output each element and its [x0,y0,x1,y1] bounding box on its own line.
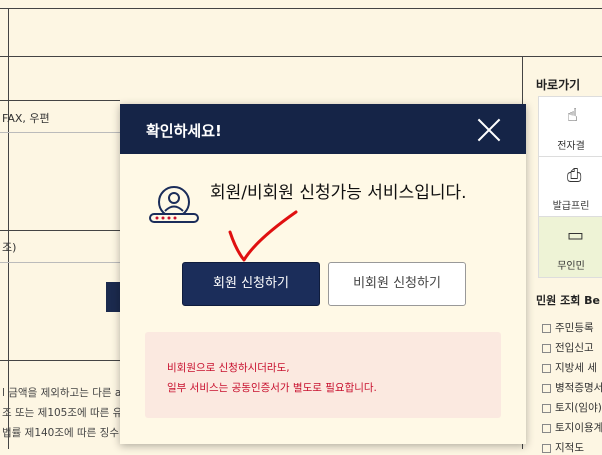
bg-text: 조 또는 제105조에 따른 유여 [2,407,132,419]
divider [0,262,120,263]
checkbox-icon [542,403,551,413]
printer-icon: ⎙ [567,165,582,186]
checkbox-icon [542,383,551,393]
divider [0,230,120,231]
checkbox-icon [542,323,551,333]
lookup-item[interactable]: 토지(임야) [542,400,602,415]
bg-button [106,282,120,312]
lookup-item[interactable]: 주민등록 [542,320,594,335]
bg-text: 조) [2,241,17,254]
lookup-item[interactable]: 지적도 [542,440,584,455]
dialog-message: 회원/비회원 신청가능 서비스입니다. [210,183,467,203]
divider [0,132,120,133]
divider [0,56,602,57]
lookup-section-title: 민원 조회 Be [536,294,600,307]
quick-link-esign[interactable]: ☝ 전자결 [538,96,602,158]
cursor-icon: ☝ [567,105,578,126]
notice-box: 비회원으로 신청하시더라도, 일부 서비스는 공동인증서가 별도로 필요합니다. [145,332,501,418]
lookup-item[interactable]: 지방세 세 [542,360,597,375]
dialog-title: 확인하세요! [146,122,222,140]
confirm-dialog: 확인하세요! 회원/비회원 신청가능 서비스입니다. 회원 신청하기 비회원 신… [120,104,526,444]
kiosk-icon: ▭ [567,225,585,246]
quick-link-label: 무인민 [557,261,585,272]
user-login-icon [149,186,199,223]
divider [0,360,120,361]
notice-text: 비회원으로 신청하시더라도, [167,362,290,374]
checkbox-icon [542,443,551,453]
checkbox-icon [542,363,551,373]
member-apply-button[interactable]: 회원 신청하기 [182,262,320,306]
lookup-item[interactable]: 병적증명서 [542,380,602,395]
dialog-header: 확인하세요! [120,104,526,154]
notice-text: 일부 서비스는 공동인증서가 별도로 필요합니다. [167,382,377,394]
quick-link-label: 발급프린 [552,201,590,212]
divider [0,8,602,9]
lookup-item[interactable]: 토지이용계 [542,420,602,435]
checkbox-icon [542,343,551,353]
close-icon[interactable] [476,117,502,143]
bg-text: l 금액을 제외하고는 다른 a [2,387,122,399]
quick-link-label: 전자결 [557,141,585,152]
divider [0,100,120,101]
quick-link-kiosk[interactable]: ▭ 무인민 [538,216,602,278]
bg-text: FAX, 우편 [2,112,50,125]
checkmark-annotation [228,210,298,262]
quick-links-panel: 바로가기 ☝ 전자결 ⎙ 발급프린 ▭ 무인민 민원 조회 Be 주민등록 전입… [528,60,602,454]
checkbox-icon [542,423,551,433]
nonmember-apply-button[interactable]: 비회원 신청하기 [328,262,466,306]
quick-link-printer[interactable]: ⎙ 발급프린 [538,156,602,218]
lookup-item[interactable]: 전입신고 [542,340,594,355]
divider [8,8,9,449]
bg-text: 법률 제140조에 따른 징수 [2,427,119,439]
quick-links-title: 바로가기 [536,78,581,92]
